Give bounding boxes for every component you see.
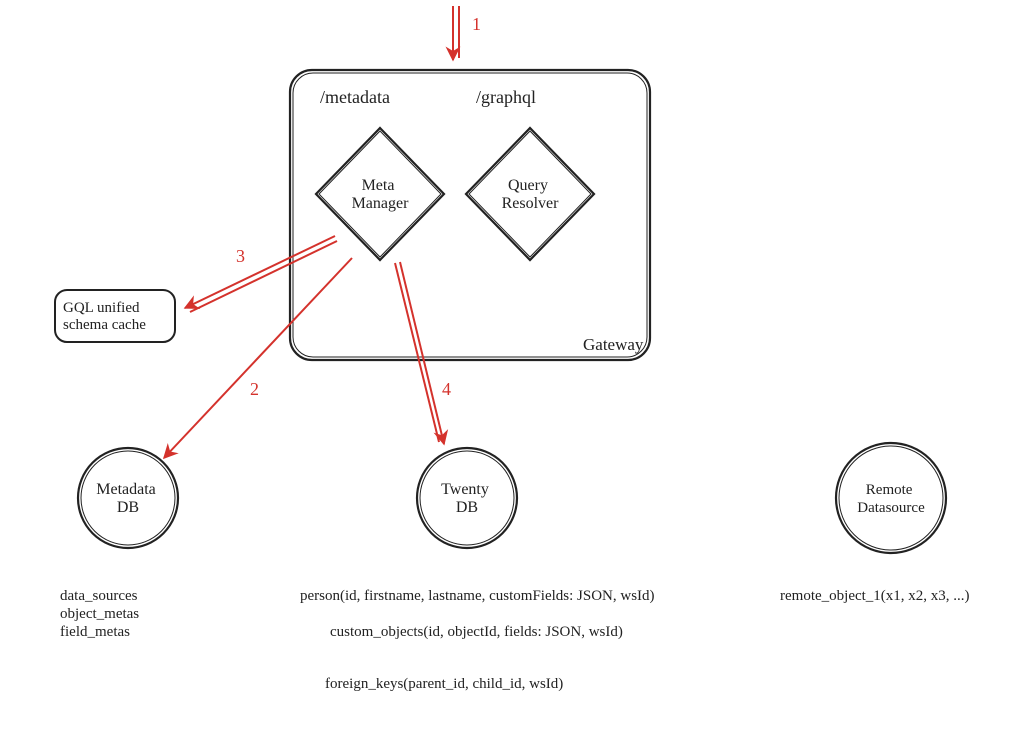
arrow-3: 3 bbox=[185, 236, 337, 312]
svg-text:Remote Datasource: Remote Datasource bbox=[857, 482, 925, 516]
meta-manager-node: Meta Manager bbox=[316, 128, 444, 260]
twenty-schema-fk: foreign_keys(parent_id, child_id, wsId) bbox=[325, 676, 563, 692]
svg-text:Twenty DB: Twenty DB bbox=[441, 481, 493, 516]
twenty-db-node: Twenty DB bbox=[417, 448, 517, 548]
query-resolver-node: Query Resolver bbox=[466, 128, 594, 260]
metadata-db-l2: DB bbox=[117, 499, 139, 516]
gateway-container: Gateway bbox=[290, 70, 650, 360]
remote-schema: remote_object_1(x1, x2, x3, ...) bbox=[780, 588, 970, 604]
twenty-db-l2: DB bbox=[456, 499, 478, 516]
metadata-schema-l2: object_metas bbox=[60, 606, 139, 622]
remote-ds-l1: Remote bbox=[866, 482, 913, 498]
metadata-schema-l3: field_metas bbox=[60, 624, 130, 640]
query-resolver-l2: Resolver bbox=[502, 195, 560, 212]
remote-datasource-node: Remote Datasource bbox=[836, 443, 946, 553]
metadata-db-l1: Metadata bbox=[96, 481, 156, 498]
gateway-label: Gateway bbox=[583, 335, 644, 354]
arrow-2-label: 2 bbox=[250, 379, 259, 399]
meta-manager-l2: Manager bbox=[352, 195, 410, 212]
gql-cache-l1: GQL unified bbox=[63, 300, 140, 316]
svg-text:Meta Manager: Meta Manager bbox=[352, 177, 410, 212]
twenty-db-l1: Twenty bbox=[441, 481, 489, 498]
remote-ds-l2: Datasource bbox=[857, 500, 925, 516]
arrow-1-label: 1 bbox=[472, 14, 481, 34]
endpoint-graphql: /graphql bbox=[476, 87, 536, 107]
gql-cache-l2: schema cache bbox=[63, 317, 146, 333]
arrow-3-label: 3 bbox=[236, 246, 245, 266]
twenty-schema-custom: custom_objects(id, objectId, fields: JSO… bbox=[330, 624, 623, 640]
gql-cache-box: GQL unified schema cache bbox=[55, 290, 175, 342]
metadata-db-node: Metadata DB bbox=[78, 448, 178, 548]
arrow-2: 2 bbox=[164, 258, 352, 458]
svg-text:GQL unified schema cache: GQL unified schema cache bbox=[63, 300, 146, 333]
arrow-4-label: 4 bbox=[442, 379, 451, 399]
twenty-schema-person: person(id, firstname, lastname, customFi… bbox=[300, 588, 655, 604]
arrow-4: 4 bbox=[395, 262, 451, 444]
arrow-1: 1 bbox=[453, 6, 481, 60]
svg-text:Metadata DB: Metadata DB bbox=[96, 481, 160, 516]
query-resolver-l1: Query bbox=[508, 177, 548, 194]
metadata-schema-l1: data_sources bbox=[60, 588, 138, 604]
endpoint-metadata: /metadata bbox=[320, 87, 390, 107]
svg-text:Query Resolver: Query Resolver bbox=[502, 177, 560, 212]
meta-manager-l1: Meta bbox=[362, 177, 395, 194]
